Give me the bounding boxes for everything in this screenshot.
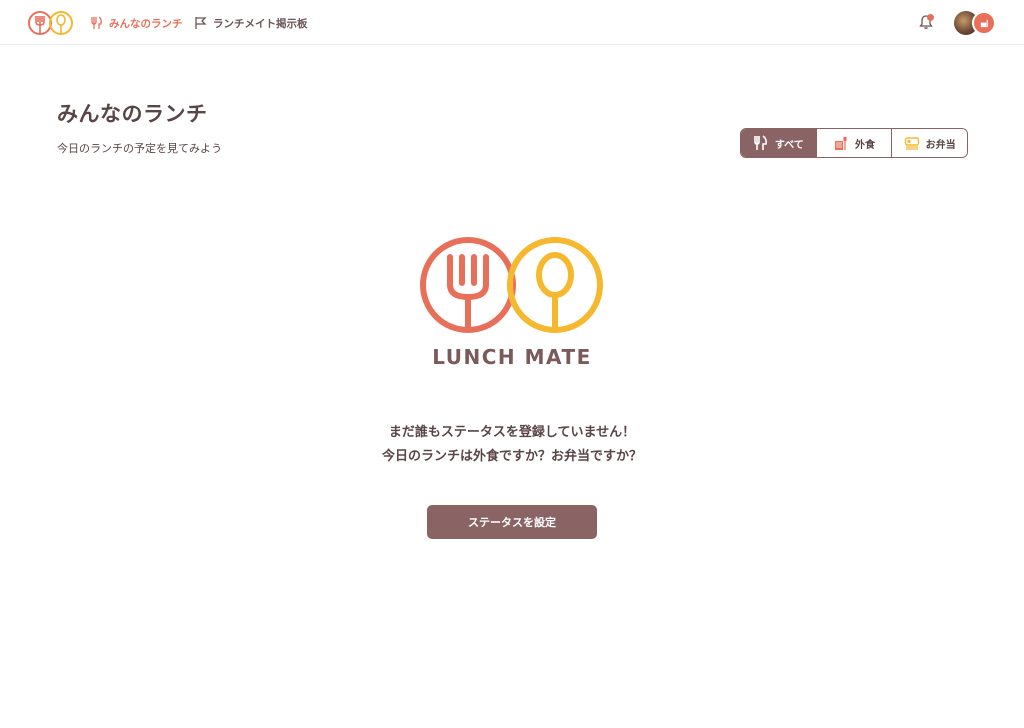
page-subtitle: 今日のランチの予定を見てみよう (57, 142, 222, 155)
notification-badge (927, 14, 934, 21)
filter-all-label: すべて (774, 139, 804, 151)
filter-all-button[interactable]: すべて (741, 129, 817, 157)
nav-home-label: みんなのランチ (109, 17, 183, 30)
status-badge (972, 11, 996, 35)
empty-state-question: 今日のランチは外食ですか？お弁当ですか？ (381, 449, 642, 464)
nav-board-label: ランチメイト掲示板 (213, 17, 308, 30)
bento-icon (904, 137, 919, 150)
filter-eat-out-button[interactable]: 外食 (816, 129, 893, 157)
lunch-mate-logo[interactable] (28, 10, 74, 36)
filter-eat-out-label: 外食 (855, 139, 875, 151)
page-title: みんなのランチ (57, 102, 208, 126)
filter-bento-label: お弁当 (925, 139, 956, 151)
nav-board[interactable]: ランチメイト掲示板 (194, 14, 308, 32)
restaurant-icon (835, 137, 847, 150)
lunch-mate-emblem (420, 237, 603, 333)
brand-name: LUNCH MATE (432, 345, 592, 369)
flag-icon (195, 17, 207, 29)
set-status-button[interactable]: ステータスを設定 (427, 505, 597, 539)
filter-bento-button[interactable]: お弁当 (892, 129, 967, 157)
empty-state-message: まだ誰もステータスを登録していません！ (388, 425, 636, 440)
app-header: みんなのランチ ランチメイト掲示板 (0, 0, 1024, 45)
fork-knife-icon (91, 16, 102, 29)
lunch-type-filter: すべて 外食 お弁当 (740, 128, 968, 158)
utensils-icon (754, 135, 767, 150)
nav-home[interactable]: みんなのランチ (90, 14, 183, 32)
restaurant-icon (980, 19, 988, 27)
